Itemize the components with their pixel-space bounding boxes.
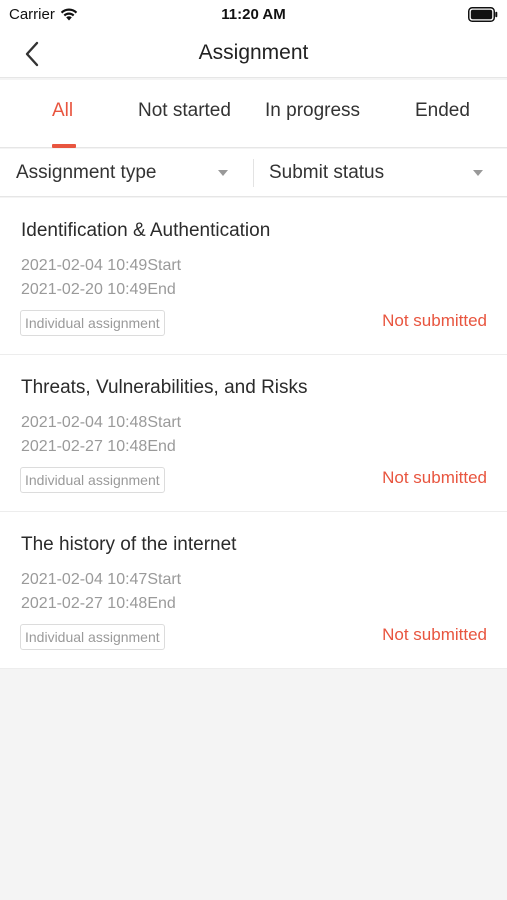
assignment-type-filter[interactable]: Assignment type bbox=[0, 149, 253, 197]
assignment-screen: Carrier 11:20 AM Assignment All Not star… bbox=[0, 0, 507, 900]
assignment-start-time: 2021-02-04 10:49Start bbox=[21, 257, 182, 274]
assignment-type-tag: Individual assignment bbox=[20, 467, 165, 493]
submission-status: Not submitted bbox=[382, 311, 487, 330]
assignment-card[interactable]: The history of the internet 2021-02-04 1… bbox=[0, 512, 507, 669]
status-bar: Carrier 11:20 AM bbox=[0, 0, 507, 30]
submission-status: Not submitted bbox=[382, 468, 487, 487]
submit-status-filter-label: Submit status bbox=[269, 162, 385, 183]
active-tab-indicator bbox=[52, 144, 76, 148]
filter-bar: Assignment type Submit status bbox=[0, 149, 507, 197]
caret-down-icon bbox=[473, 170, 483, 176]
caret-down-icon bbox=[218, 170, 228, 176]
assignment-title: Identification & Authentication bbox=[21, 220, 271, 241]
assignment-card[interactable]: Identification & Authentication 2021-02-… bbox=[0, 198, 507, 355]
tab-not-started[interactable]: Not started bbox=[138, 100, 231, 122]
assignment-list: Identification & Authentication 2021-02-… bbox=[0, 198, 507, 669]
page-title: Assignment bbox=[198, 41, 309, 64]
assignment-start-time: 2021-02-04 10:48Start bbox=[21, 414, 182, 431]
tab-ended[interactable]: Ended bbox=[415, 100, 470, 122]
submission-status: Not submitted bbox=[382, 625, 487, 644]
battery-icon bbox=[468, 7, 498, 22]
assignment-type-tag: Individual assignment bbox=[20, 624, 165, 650]
assignment-type-tag: Individual assignment bbox=[20, 310, 165, 336]
tab-in-progress[interactable]: In progress bbox=[265, 100, 360, 122]
tab-all[interactable]: All bbox=[52, 100, 73, 122]
assignment-title: The history of the internet bbox=[21, 534, 237, 555]
submit-status-filter[interactable]: Submit status bbox=[254, 149, 507, 197]
navigation-bar: Assignment bbox=[0, 30, 507, 78]
assignment-title: Threats, Vulnerabilities, and Risks bbox=[21, 377, 308, 398]
assignment-card[interactable]: Threats, Vulnerabilities, and Risks 2021… bbox=[0, 355, 507, 512]
assignment-end-time: 2021-02-20 10:49End bbox=[21, 281, 176, 298]
assignment-end-time: 2021-02-27 10:48End bbox=[21, 595, 176, 612]
status-tabs: All Not started In progress Ended bbox=[0, 80, 507, 148]
clock: 11:20 AM bbox=[221, 6, 286, 23]
assignment-start-time: 2021-02-04 10:47Start bbox=[21, 571, 182, 588]
assignment-type-filter-label: Assignment type bbox=[16, 162, 157, 183]
assignment-end-time: 2021-02-27 10:48End bbox=[21, 438, 176, 455]
